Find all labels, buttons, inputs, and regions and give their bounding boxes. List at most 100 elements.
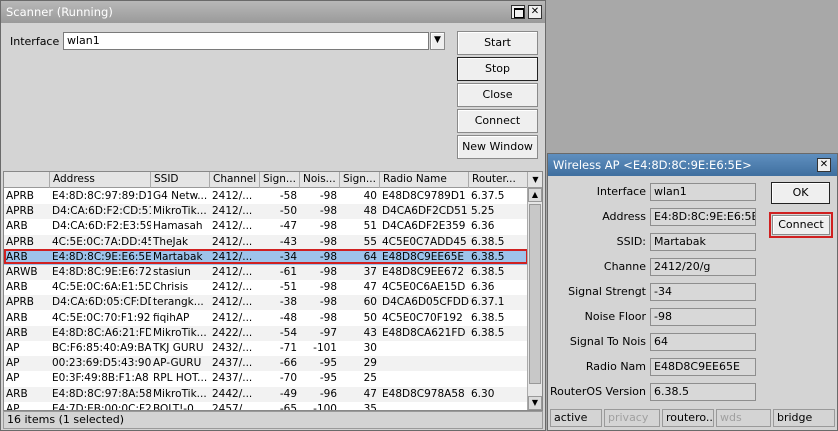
cell-snr: 25 (363, 372, 377, 385)
table-row[interactable]: ARWB E4:8D:8C:9E:E6:72 stasiun 2412/... -61 -… (4, 265, 528, 280)
table-row[interactable]: APRB 4C:5E:0C:7A:DD:45 TheJak 2412/... -43 -9… (4, 234, 528, 250)
table-row[interactable]: ARB E4:8D:8C:A6:21:FD MikroTik... 2422/... -… (4, 325, 528, 341)
ap-field-value: 64 (650, 333, 756, 351)
scroll-up-arrow-icon[interactable]: ▲ (528, 188, 542, 202)
cell-channel: 2412/... (212, 281, 253, 294)
status-privacy: privacy (604, 409, 660, 427)
cell-snr: 47 (363, 387, 377, 400)
cell-ros: 6.36 (471, 281, 495, 294)
cell-noise: -101 (313, 342, 337, 354)
column-header-channel[interactable]: Channel (210, 172, 260, 188)
cell-channel: 2437/... (212, 357, 253, 370)
cell-ssid: Martabak (153, 250, 203, 263)
column-header-flags[interactable] (4, 172, 50, 188)
table-row[interactable]: AP E0:3F:49:8B:F1:A8 RPL HOT... 2437/... -70… (4, 371, 528, 386)
cell-signal: -58 (279, 190, 297, 202)
table-row[interactable]: AP BC:F6:85:40:A9:BA TKJ GURU 2432/... -71 -1… (4, 341, 528, 356)
column-header-routeros[interactable]: Router... (469, 172, 528, 188)
cell-radio: 4C5E0C70F192 (382, 311, 463, 324)
cell-radio: E48D8C9789D1 (382, 190, 466, 202)
column-chooser-button[interactable]: ▼ (528, 172, 542, 188)
table-row[interactable]: ARB D4:CA:6D:F2:E3:59 Hamasah 2412/... -47 -9… (4, 219, 528, 234)
vertical-scrollbar[interactable]: ▲ ▼ (527, 188, 542, 410)
cell-signal: -51 (279, 281, 297, 294)
stop-button[interactable]: Stop (457, 57, 538, 81)
cell-snr: 29 (363, 357, 377, 370)
ap-field-label: Channe (603, 260, 646, 273)
cell-flags: APRB (6, 205, 35, 218)
scanner-title: Scanner (Running) (6, 5, 113, 19)
ap-field-value: wlan1 (650, 183, 756, 201)
ap-field-label: Radio Nam (585, 360, 646, 373)
cell-ros: 6.37.1 (471, 296, 505, 309)
scrollbar-thumb[interactable] (529, 204, 541, 384)
close-icon[interactable] (817, 158, 831, 172)
close-icon[interactable] (528, 5, 542, 19)
ap-field-value: E4:8D:8C:9E:E6:5E (650, 208, 756, 226)
cell-noise: -100 (313, 402, 337, 411)
cell-signal: -49 (279, 387, 297, 400)
close-button[interactable]: Close (457, 83, 538, 107)
column-header-address[interactable]: Address (50, 172, 151, 188)
ok-button[interactable]: OK (771, 182, 830, 204)
table-row[interactable]: APRB D4:CA:6D:F2:CD:51 MikroTik... 2412/...… (4, 204, 528, 220)
cell-noise: -98 (319, 281, 337, 294)
cell-ssid: MikroTik... (153, 326, 207, 339)
cell-address: D4:CA:6D:F2:CD:51 (52, 205, 151, 218)
cell-ros: 5.25 (471, 205, 495, 218)
status-routeros: routero... (662, 409, 714, 427)
column-header-signal[interactable]: Sign... (260, 172, 300, 188)
scanner-titlebar[interactable]: Scanner (Running) (1, 1, 545, 23)
scroll-down-arrow-icon[interactable]: ▼ (528, 396, 542, 410)
cell-snr: 37 (363, 266, 377, 278)
cell-channel: 2412/... (212, 311, 253, 324)
cell-ros: 6.36 (471, 220, 495, 233)
cell-snr: 43 (363, 326, 377, 339)
column-header-ssid[interactable]: SSID (151, 172, 210, 188)
cell-signal: -34 (279, 250, 297, 263)
table-row[interactable]: APRB D4:CA:6D:05:CF:DD terangk... 2412/... -… (4, 295, 528, 311)
cell-ros (469, 371, 528, 386)
connect-button[interactable]: Connect (457, 109, 538, 133)
table-row[interactable]: AP E4:7D:EB:00:0C:F2 BOLT!-0... 2457/... -65… (4, 402, 528, 411)
table-row[interactable]: ARB 4C:5E:0C:70:F1:92 fiqihAP 2412/... -48 -9… (4, 311, 528, 326)
column-header-noise[interactable]: Nois... (300, 172, 340, 188)
cell-flags: AP (6, 357, 20, 370)
table-row[interactable]: APRB E4:8D:8C:97:89:D1 G4 Netw... 2412/... -… (4, 189, 528, 204)
cell-channel: 2412/... (212, 190, 253, 202)
interface-dropdown-button[interactable]: ▼ (430, 32, 445, 50)
new-window-button[interactable]: New Window (457, 135, 538, 159)
cell-radio: D4CA6DF2CD51 (382, 205, 468, 218)
cell-noise: -95 (319, 357, 337, 370)
table-row[interactable]: ARB 4C:5E:0C:6A:E1:5D Chrisis 2412/... -51 -9… (4, 280, 528, 295)
cell-ros (469, 356, 528, 371)
cell-noise: -98 (319, 266, 337, 278)
cell-radio: D4CA6D05CFDD (382, 296, 469, 309)
cell-ros: 6.37.5 (471, 190, 505, 202)
cell-radio: 4C5E0C6AE15D (382, 281, 466, 294)
maximize-icon[interactable] (511, 5, 525, 19)
cell-address: D4:CA:6D:F2:E3:59 (52, 220, 151, 233)
ap-field-label: Noise Floor (584, 310, 646, 323)
cell-ros: 6.30 (471, 387, 495, 400)
cell-noise: -98 (319, 250, 337, 263)
ap-connect-button[interactable]: Connect (769, 212, 833, 238)
column-header-snr[interactable]: Sign... (340, 172, 380, 188)
cell-address: E4:8D:8C:A6:21:FD (52, 326, 151, 339)
wireless-ap-titlebar[interactable]: Wireless AP <E4:8D:8C:9E:E6:5E> (548, 154, 837, 176)
ap-field-value: Martabak (650, 233, 756, 251)
table-row[interactable]: AP 00:23:69:D5:43:90 AP-GURU 2437/... -66 -95… (4, 356, 528, 372)
interface-select[interactable]: wlan1 (63, 32, 429, 50)
table-row[interactable]: ARB E4:8D:8C:9E:E6:5E Martabak 2412/... -34 -… (4, 249, 528, 265)
cell-flags: ARB (6, 387, 28, 400)
ap-field-label: Interface (596, 185, 646, 198)
ap-field-value: 6.38.5 (650, 383, 756, 401)
scan-results-table: Address SSID Channel Sign... Nois... Sig… (3, 171, 543, 411)
table-row[interactable]: ARB E4:8D:8C:97:8A:58 MikroTik... 2442/... -… (4, 386, 528, 402)
cell-ssid: Chrisis (153, 281, 189, 294)
cell-ros: 6.38.5 (471, 235, 505, 248)
column-header-radio-name[interactable]: Radio Name (380, 172, 469, 188)
start-button[interactable]: Start (457, 31, 538, 55)
cell-noise: -97 (319, 326, 337, 339)
cell-noise: -95 (319, 372, 337, 385)
